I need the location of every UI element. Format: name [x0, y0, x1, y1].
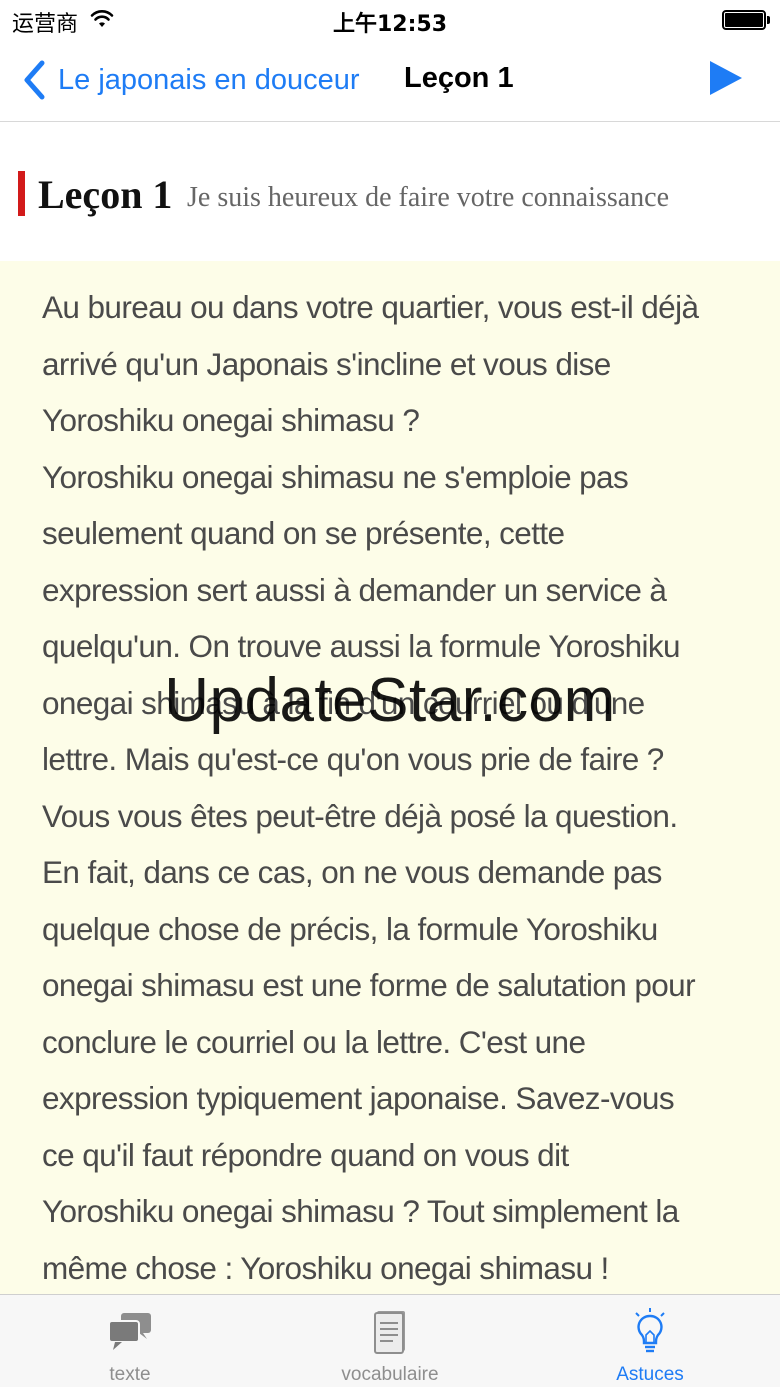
chevron-left-icon [24, 60, 45, 100]
text-line: même chose : Yoroshiku onegai shimasu ! [42, 1249, 609, 1286]
tab-texte[interactable]: texte [0, 1295, 260, 1387]
text-line: Vous vous êtes peut-être déjà posé la qu… [42, 797, 678, 834]
text-line: Yoroshiku onegai shimasu ? [42, 402, 420, 438]
tips-content[interactable]: Au bureau ou dans votre quartier, vous e… [0, 261, 780, 1294]
back-button[interactable]: Le japonais en douceur [22, 56, 360, 104]
lightbulb-icon [635, 1308, 665, 1353]
text-line: lettre. Mais qu'est-ce qu'on vous prie d… [42, 741, 664, 777]
text-line: arrivé qu'un Japonais s'incline et vous … [42, 345, 611, 382]
tab-vocabulaire[interactable]: vocabulaire [260, 1295, 520, 1387]
navigation-bar: Le japonais en douceur Leçon 1 [0, 40, 780, 122]
text-line: En fait, dans ce cas, on ne vous demande… [42, 854, 662, 890]
text-line: onegai shimasu à la fin d'un courriel ou… [42, 684, 645, 721]
play-icon[interactable] [704, 58, 748, 98]
speech-bubbles-icon [108, 1313, 151, 1350]
tab-label: Astuces [616, 1364, 684, 1385]
text-line: ce qu'il faut répondre quand on vous dit [42, 1136, 569, 1173]
tab-label: vocabulaire [341, 1364, 439, 1385]
tips-text: Au bureau ou dans votre quartier, vous e… [42, 279, 742, 1294]
text-line: expression sert aussi à demander un serv… [42, 571, 667, 608]
text-line: Au bureau ou dans votre quartier, vous e… [42, 289, 699, 325]
text-line: conclure le courriel ou la lettre. C'est… [42, 1023, 586, 1060]
text-line: Yoroshiku onegai shimasu ? Tout simpleme… [42, 1193, 679, 1229]
status-bar: 运营商 上午12:53 [0, 0, 780, 40]
document-icon [374, 1311, 405, 1354]
text-line: Yoroshiku onegai shimasu ne s'emploie pa… [42, 458, 629, 495]
tab-astuces[interactable]: Astuces [520, 1295, 780, 1387]
lesson-subtitle: Je suis heureux de faire votre connaissa… [187, 182, 670, 213]
lesson-header: Leçon 1 Je suis heureux de faire votre c… [0, 123, 780, 261]
back-button-label: Le japonais en douceur [58, 63, 360, 96]
status-time: 上午12:53 [332, 12, 448, 37]
lesson-marker [18, 171, 25, 216]
tab-bar: texte vocabulaire Astuces [0, 1294, 780, 1387]
text-line: quelqu'un. On trouve aussi la formule Yo… [42, 628, 681, 664]
battery-icon [722, 10, 770, 30]
nav-title: Leçon 1 [404, 62, 514, 94]
tab-label: texte [109, 1364, 151, 1385]
text-line: seulement quand on se présente, cette [42, 515, 565, 551]
text-line: onegai shimasu est une forme de salutati… [42, 967, 696, 1003]
text-line: expression typiquement japonaise. Savez-… [42, 1080, 675, 1116]
text-line: quelque chose de précis, la formule Yoro… [42, 910, 658, 947]
lesson-title: Leçon 1 [38, 172, 173, 217]
